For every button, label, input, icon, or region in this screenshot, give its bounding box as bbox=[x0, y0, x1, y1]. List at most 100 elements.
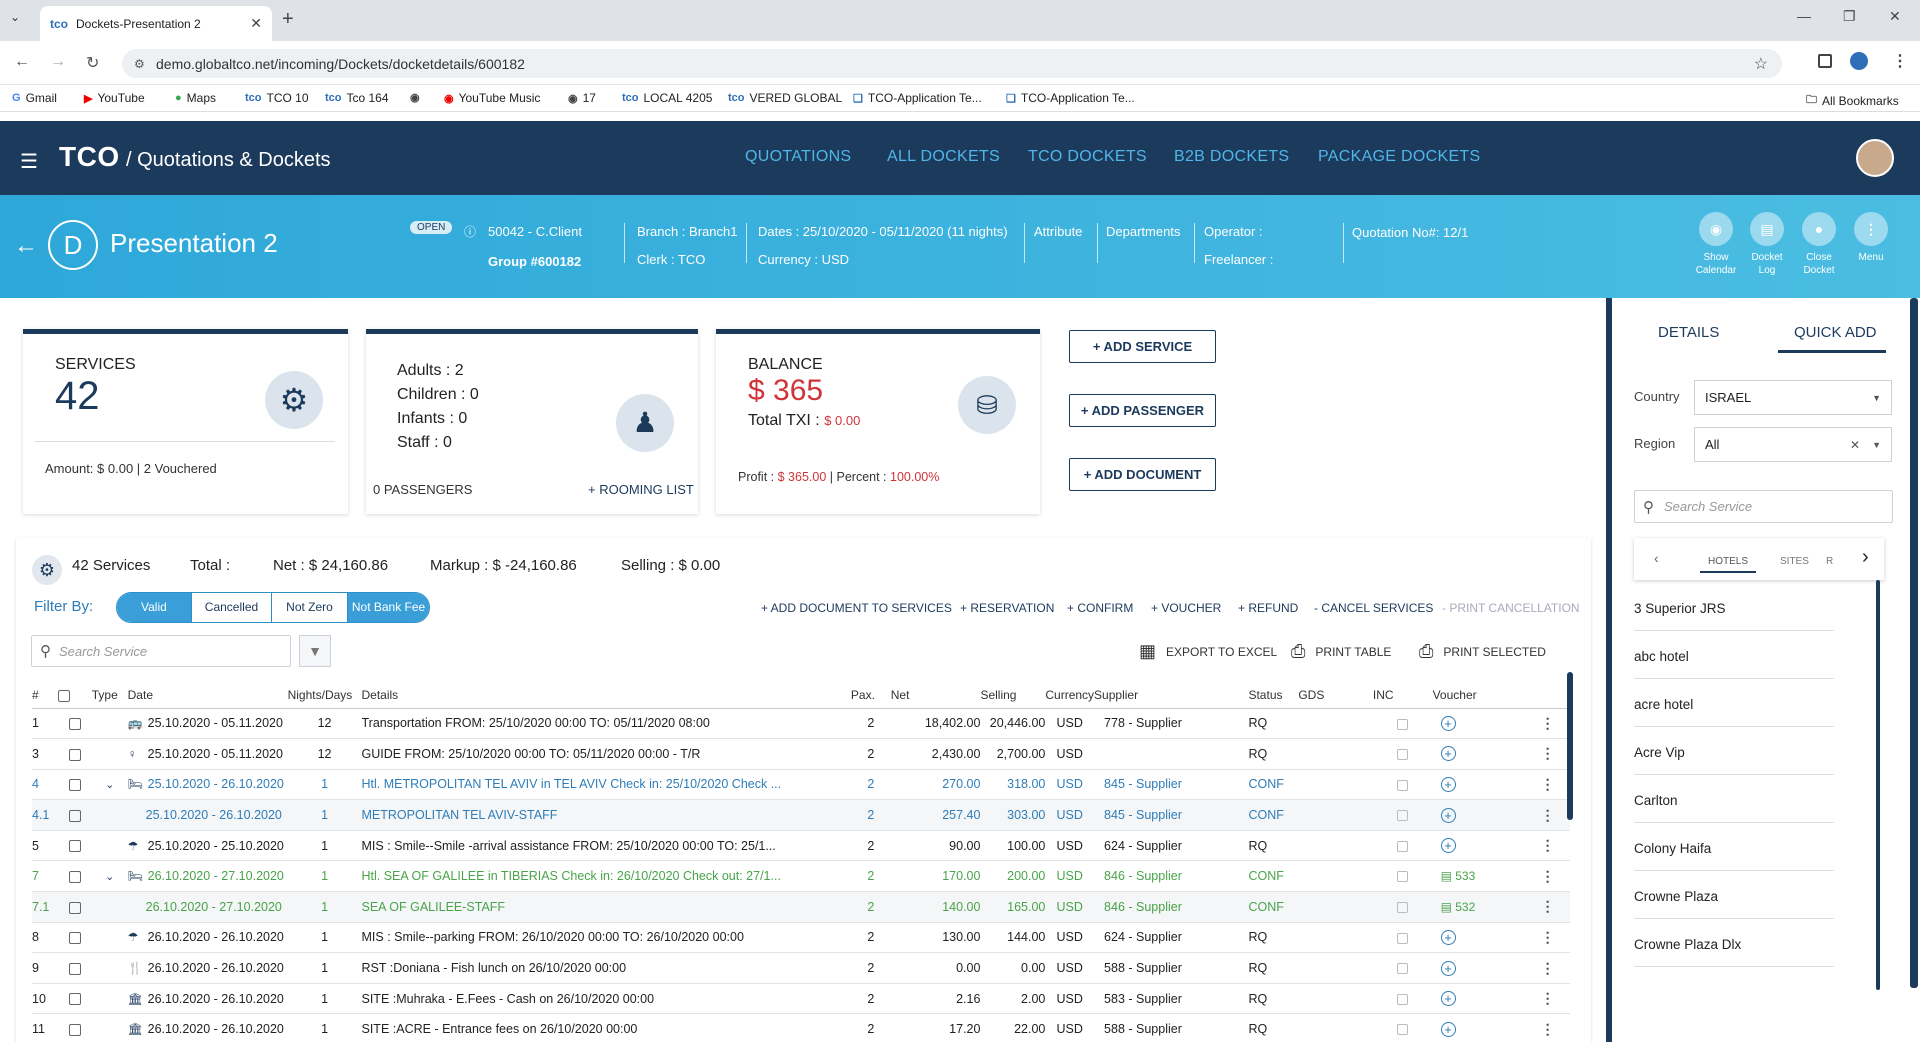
expand-chevron-icon[interactable]: ⌄ bbox=[91, 769, 128, 801]
row-details[interactable]: SITE :ACRE - Entrance fees on 26/10/2020… bbox=[361, 1013, 851, 1042]
table-scrollbar[interactable] bbox=[1567, 672, 1573, 820]
table-row[interactable]: 11 🏛 26.10.2020 - 26.10.2020 1 SITE :ACRE - … bbox=[32, 1013, 1570, 1042]
add-document-to-services-link[interactable]: + ADD DOCUMENT TO SERVICES bbox=[761, 601, 952, 615]
list-scrollbar[interactable] bbox=[1876, 580, 1880, 990]
row-details[interactable]: RST :Doniana - Fish lunch on 26/10/2020 … bbox=[361, 952, 851, 984]
row-supplier[interactable]: 846 - Supplier bbox=[1094, 891, 1249, 923]
export-excel-button[interactable]: ▦ EXPORT TO EXCEL bbox=[1139, 641, 1277, 662]
row-inc-checkbox[interactable] bbox=[1372, 952, 1433, 984]
back-icon[interactable]: ← bbox=[14, 53, 30, 71]
table-row[interactable]: 3 ♀ 25.10.2020 - 05.11.2020 12 GUIDE FROM: 2… bbox=[32, 738, 1570, 770]
row-checkbox[interactable] bbox=[57, 1013, 92, 1042]
row-voucher[interactable]: + bbox=[1432, 830, 1525, 862]
add-voucher-icon[interactable]: + bbox=[1440, 715, 1456, 731]
row-supplier[interactable] bbox=[1094, 738, 1249, 770]
list-item[interactable]: 3 Superior JRS bbox=[1634, 601, 1834, 631]
bookmark-tco164[interactable]: tco Tco 164 bbox=[325, 91, 389, 105]
add-voucher-icon[interactable]: + bbox=[1440, 807, 1456, 823]
tab-search-icon[interactable]: ⌄ bbox=[10, 10, 20, 24]
row-menu-icon[interactable]: ⋮ bbox=[1524, 738, 1570, 770]
add-voucher-icon[interactable]: + bbox=[1440, 776, 1456, 792]
bookmark-local4205[interactable]: tco LOCAL 4205 bbox=[622, 91, 712, 105]
row-voucher[interactable]: + bbox=[1432, 1013, 1525, 1042]
row-supplier[interactable]: 624 - Supplier bbox=[1094, 830, 1249, 862]
list-item[interactable]: Crowne Plaza Dlx bbox=[1634, 937, 1834, 967]
list-item[interactable]: Crowne Plaza bbox=[1634, 889, 1834, 919]
list-item[interactable]: Carlton bbox=[1634, 793, 1834, 823]
bookmark-vered-global[interactable]: tco VERED GLOBAL bbox=[728, 91, 842, 105]
country-select[interactable]: ISRAEL ▼ bbox=[1694, 380, 1892, 415]
add-document-button[interactable]: + ADD DOCUMENT bbox=[1069, 458, 1216, 491]
table-row[interactable]: 5 ☂ 25.10.2020 - 25.10.2020 1 MIS : Smile--S… bbox=[32, 830, 1570, 862]
row-voucher[interactable]: ▤ 532 bbox=[1432, 891, 1525, 923]
row-details[interactable]: GUIDE FROM: 25/10/2020 00:00 TO: 05/11/2… bbox=[361, 738, 851, 770]
list-item[interactable]: Acre Vip bbox=[1634, 745, 1834, 775]
restore-icon[interactable]: ❐ bbox=[1843, 8, 1856, 25]
clear-icon[interactable]: ✕ bbox=[1850, 438, 1860, 452]
nav-quotations[interactable]: QUOTATIONS bbox=[745, 148, 851, 166]
services-settings-icon[interactable]: ⚙ bbox=[32, 555, 62, 585]
show-calendar-button[interactable]: Show Calendar bbox=[1691, 251, 1741, 277]
browser-menu-icon[interactable]: ⋮ bbox=[1892, 51, 1908, 71]
row-details[interactable]: Htl. SEA OF GALILEE in TIBERIAS Check in… bbox=[361, 860, 851, 893]
row-details[interactable]: Transportation FROM: 25/10/2020 00:00 TO… bbox=[361, 708, 851, 740]
forward-icon[interactable]: → bbox=[50, 53, 66, 71]
refund-link[interactable]: + REFUND bbox=[1238, 601, 1298, 615]
row-checkbox[interactable] bbox=[57, 983, 92, 1015]
row-details[interactable]: MIS : Smile--parking FROM: 26/10/2020 00… bbox=[361, 922, 851, 954]
table-row[interactable]: 4 ⌄ 🛏 25.10.2020 - 26.10.2020 1 Htl. METROPOL… bbox=[32, 769, 1570, 801]
tab-more[interactable]: R bbox=[1826, 556, 1833, 567]
list-item[interactable]: abc hotel bbox=[1634, 649, 1834, 679]
add-service-button[interactable]: + ADD SERVICE bbox=[1069, 330, 1216, 363]
expand-chevron-icon[interactable]: ⌄ bbox=[91, 860, 128, 893]
close-icon[interactable]: ✕ bbox=[250, 15, 262, 32]
row-inc-checkbox[interactable] bbox=[1372, 799, 1433, 831]
docket-client[interactable]: 50042 - C.Client bbox=[488, 224, 582, 239]
row-voucher[interactable]: + bbox=[1432, 738, 1525, 770]
add-voucher-icon[interactable]: + bbox=[1440, 929, 1456, 945]
row-inc-checkbox[interactable] bbox=[1372, 1013, 1433, 1042]
profile-icon[interactable] bbox=[1850, 52, 1868, 70]
row-inc-checkbox[interactable] bbox=[1372, 708, 1433, 740]
browser-tab[interactable]: tco Dockets-Presentation 2 ✕ bbox=[40, 6, 272, 41]
quick-search-input[interactable]: ⚲ Search Service bbox=[1634, 490, 1893, 523]
select-all-checkbox[interactable] bbox=[57, 682, 92, 709]
user-avatar[interactable] bbox=[1856, 139, 1894, 177]
row-details[interactable]: Htl. METROPOLITAN TEL AVIV in TEL AVIV C… bbox=[361, 769, 851, 801]
row-menu-icon[interactable]: ⋮ bbox=[1524, 922, 1570, 954]
filter-valid[interactable]: Valid bbox=[117, 593, 192, 622]
print-cancellation-link[interactable]: - PRINT CANCELLATION bbox=[1442, 601, 1580, 615]
cancel-services-link[interactable]: - CANCEL SERVICES bbox=[1314, 601, 1433, 615]
add-voucher-icon[interactable]: + bbox=[1440, 746, 1456, 762]
menu-button[interactable]: Menu bbox=[1846, 251, 1896, 264]
row-voucher[interactable]: + bbox=[1432, 952, 1525, 984]
table-row[interactable]: 8 ☂ 26.10.2020 - 26.10.2020 1 MIS : Smile--p… bbox=[32, 922, 1570, 954]
row-checkbox[interactable] bbox=[57, 769, 92, 801]
table-row[interactable]: 7.1 26.10.2020 - 27.10.2020 1 SEA OF GALILE… bbox=[32, 891, 1570, 923]
row-checkbox[interactable] bbox=[57, 922, 92, 954]
table-row[interactable]: 4.1 25.10.2020 - 26.10.2020 1 METROPOLITAN … bbox=[32, 799, 1570, 831]
row-checkbox[interactable] bbox=[57, 860, 92, 893]
clipboard-icon[interactable]: ▤ bbox=[1750, 212, 1784, 246]
panel-scrollbar[interactable] bbox=[1910, 298, 1918, 988]
bookmark-maps[interactable]: ● Maps bbox=[175, 91, 216, 105]
list-item[interactable]: acre hotel bbox=[1634, 697, 1834, 727]
print-selected-button[interactable]: ⎙ PRINT SELECTED bbox=[1419, 641, 1546, 662]
bookmark-globe[interactable]: ◉ bbox=[410, 91, 420, 104]
docket-log-button[interactable]: Docket Log bbox=[1742, 251, 1792, 277]
print-table-button[interactable]: ⎙ PRINT TABLE bbox=[1291, 641, 1391, 662]
new-tab-button[interactable]: + bbox=[282, 8, 294, 31]
bookmark-gmail[interactable]: G Gmail bbox=[12, 91, 57, 105]
row-checkbox[interactable] bbox=[57, 738, 92, 770]
close-docket-button[interactable]: Close Docket bbox=[1794, 251, 1844, 277]
service-search-input[interactable]: ⚲ Search Service bbox=[31, 635, 291, 667]
row-voucher[interactable]: + bbox=[1432, 983, 1525, 1015]
row-checkbox[interactable] bbox=[57, 708, 92, 740]
add-voucher-icon[interactable]: + bbox=[1440, 838, 1456, 854]
row-voucher[interactable]: + bbox=[1432, 922, 1525, 954]
bookmark-tco10[interactable]: tco TCO 10 bbox=[245, 91, 309, 105]
list-item[interactable]: Colony Haifa bbox=[1634, 841, 1834, 871]
row-checkbox[interactable] bbox=[57, 799, 92, 831]
row-supplier[interactable]: 778 - Supplier bbox=[1094, 708, 1249, 740]
row-menu-icon[interactable]: ⋮ bbox=[1524, 891, 1570, 923]
